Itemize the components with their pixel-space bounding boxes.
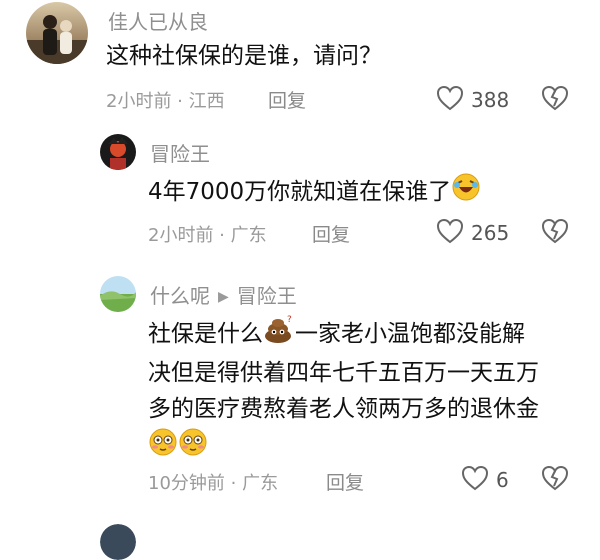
reply-author[interactable]: 冒险王 (150, 138, 210, 167)
reply-text-line: 社保是什么 ? 一家老小温饱都没能解 (148, 314, 539, 355)
reply-to-name[interactable]: 冒险王 (237, 284, 297, 308)
dislike-button[interactable] (540, 464, 570, 496)
reply-button[interactable]: 回复 (326, 468, 364, 495)
reply-text-line (148, 427, 539, 468)
avatar[interactable] (26, 2, 88, 64)
broken-heart-icon (540, 85, 570, 116)
heart-outline-icon (460, 464, 490, 496)
heart-outline-icon (435, 84, 465, 116)
reply-text-content: 4年7000万你就知道在保谁了 (148, 179, 452, 205)
reply-button[interactable]: 回复 (268, 86, 306, 113)
reply-time-location: 2小时前 · 广东 (148, 225, 267, 246)
reply-author-name[interactable]: 什么呢 (150, 284, 210, 308)
reply-author: 什么呢 ▶ 冒险王 (150, 280, 297, 309)
reply-text-line: 多的医疗费熬着老人领两万多的退休金 (148, 396, 539, 422)
comment-time-location: 2小时前 · 江西 (106, 91, 225, 112)
comment-author[interactable]: 佳人已从良 (108, 6, 208, 35)
broken-heart-icon (540, 465, 570, 496)
dislike-button[interactable] (540, 217, 570, 249)
like-count: 265 (471, 221, 510, 245)
like-button[interactable]: 265 (435, 217, 509, 249)
svg-text:?: ? (287, 315, 292, 325)
like-button[interactable]: 6 (460, 464, 509, 496)
reply-text-segment: 一家老小温饱都没能解 (295, 321, 525, 347)
reply-text: 4年7000万你就知道在保谁了 (148, 172, 481, 213)
laughing-emoji-icon (451, 172, 481, 213)
flushed-emoji-icon (178, 427, 208, 468)
triangle-right-icon: ▶ (218, 289, 229, 305)
reply-text-segment: 社保是什么 (148, 321, 263, 347)
avatar[interactable] (100, 524, 136, 560)
flushed-emoji-icon (148, 427, 178, 468)
broken-heart-icon (540, 218, 570, 249)
avatar[interactable] (100, 134, 136, 170)
poop-emoji-icon: ? (263, 314, 295, 355)
avatar[interactable] (100, 276, 136, 312)
reply-time-location: 10分钟前 · 广东 (148, 473, 279, 494)
heart-outline-icon (435, 217, 465, 249)
reply-text: 社保是什么 ? 一家老小温饱都没能解 决但是得供着四年七千五百万一天五万 多的医… (148, 314, 539, 468)
like-count: 6 (496, 468, 509, 492)
reply-button[interactable]: 回复 (312, 220, 350, 247)
like-count: 388 (471, 88, 510, 112)
reply-text-line: 决但是得供着四年七千五百万一天五万 (148, 360, 539, 386)
like-button[interactable]: 388 (435, 84, 509, 116)
dislike-button[interactable] (540, 84, 570, 116)
comment-item: 佳人已从良 这种社保保的是谁，请问？ 2小时前 · 江西 回复 388 (0, 0, 600, 120)
reply-item: 冒险王 4年7000万你就知道在保谁了 2小时前 · 广东 回复 265 (0, 130, 600, 260)
comment-text: 这种社保保的是谁，请问？ (106, 43, 382, 69)
reply-item: 什么呢 ▶ 冒险王 社保是什么 ? 一家老小温饱都没能解 决但是得供着四年七千五百万… (0, 270, 600, 500)
